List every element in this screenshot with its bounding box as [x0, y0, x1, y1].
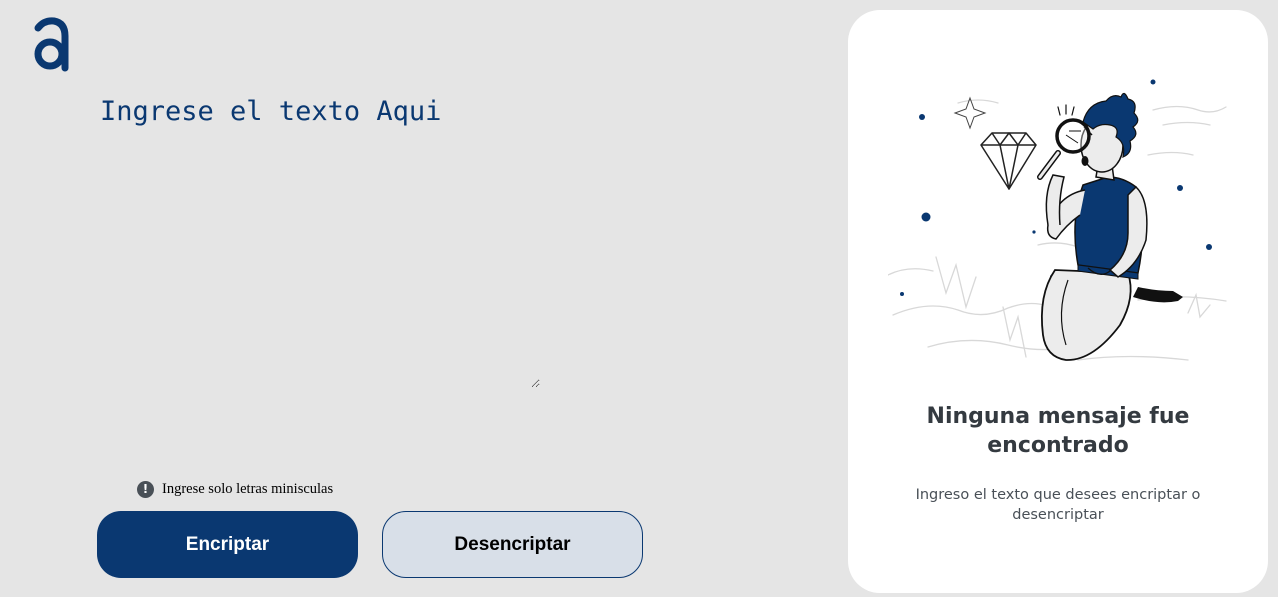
input-hint: ! Ingrese solo letras minisculas — [137, 480, 333, 498]
person-with-magnifying-glass-illustration — [888, 79, 1227, 361]
hint-text: Ingrese solo letras minisculas — [162, 480, 334, 497]
logo-icon — [34, 17, 69, 72]
empty-state-title: Ninguna mensaje fue encontrado — [926, 404, 1190, 458]
encrypt-button[interactable]: Encriptar — [97, 511, 358, 578]
output-panel: Ninguna mensaje fue encontrado Ingreso e… — [848, 10, 1268, 593]
exclamation-circle-icon: ! — [137, 480, 154, 498]
decrypt-button[interactable]: Desencriptar — [382, 511, 643, 578]
message-input[interactable] — [96, 92, 540, 388]
empty-state-message: Ingreso el texto que desees encriptar o … — [915, 487, 1201, 523]
